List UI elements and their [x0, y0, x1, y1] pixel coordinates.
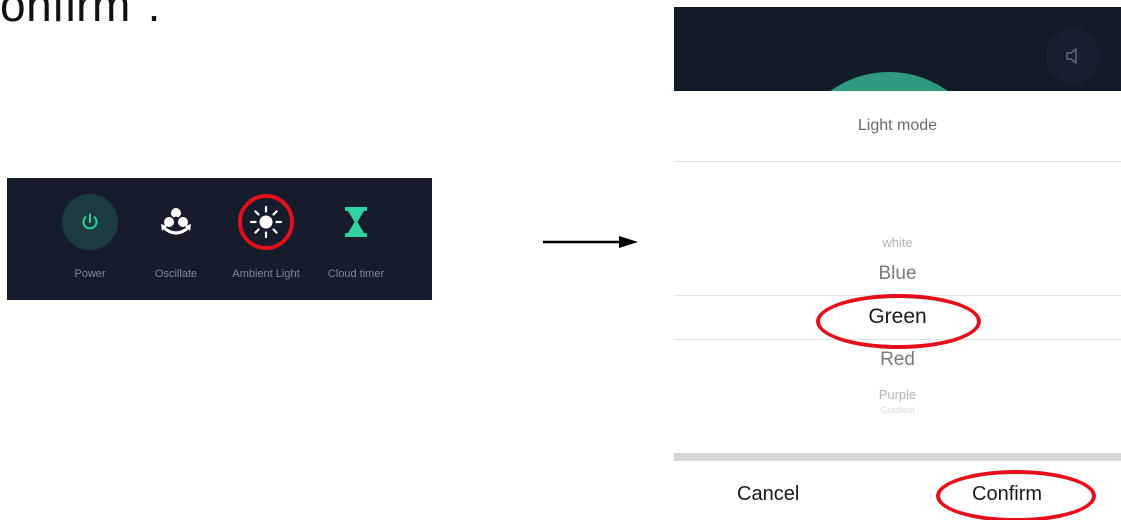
light-mode-screen: Light mode white Blue Green Red Purple G… — [674, 7, 1121, 520]
hourglass-icon — [345, 207, 367, 237]
cloud-timer-label: Cloud timer — [327, 268, 385, 280]
instruction-text-fragment: onfirm". — [0, 0, 161, 31]
option-purple[interactable]: Purple — [674, 387, 1121, 402]
sheet-title: Light mode — [857, 117, 938, 134]
option-red[interactable]: Red — [674, 349, 1121, 371]
title-divider — [674, 161, 1121, 162]
speaker-icon — [1066, 48, 1077, 64]
device-control-bar: Power Oscillate Ambient Light Cloud time… — [7, 178, 432, 300]
highlight-circle — [238, 194, 294, 250]
fan-dial — [789, 72, 989, 91]
option-white[interactable]: white — [674, 235, 1121, 250]
highlight-ellipse-confirm — [936, 470, 1096, 520]
oscillate-icon — [161, 208, 191, 235]
right-arrow-icon — [543, 236, 638, 248]
oscillate-button[interactable]: Oscillate — [131, 192, 221, 292]
ambient-light-button[interactable]: Ambient Light — [221, 192, 311, 292]
sound-button[interactable] — [1046, 29, 1100, 83]
option-blue[interactable]: Blue — [674, 263, 1121, 285]
highlight-ellipse-green — [816, 294, 981, 349]
option-gradient[interactable]: Gradient — [674, 405, 1121, 415]
power-icon — [62, 194, 118, 250]
cloud-timer-button[interactable]: Cloud timer — [311, 192, 401, 292]
app-header — [674, 7, 1121, 91]
button-separator — [674, 453, 1121, 461]
cancel-button[interactable]: Cancel — [737, 483, 799, 506]
